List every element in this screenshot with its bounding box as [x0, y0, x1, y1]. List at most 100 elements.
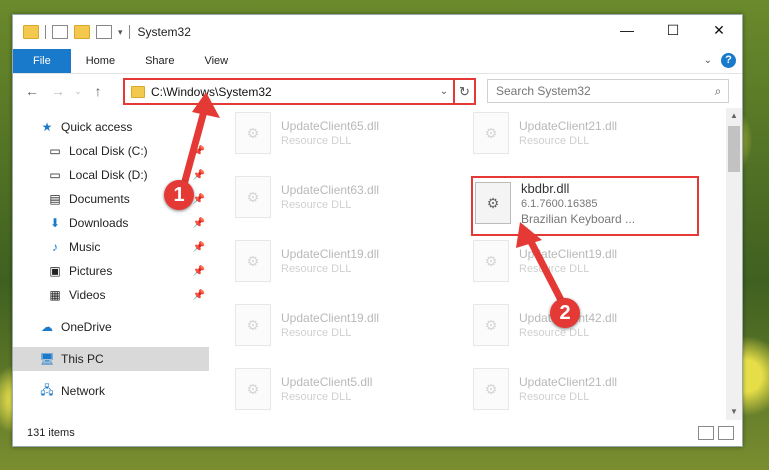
nav-item-onedrive[interactable]: ☁ OneDrive	[13, 315, 209, 339]
dll-file-icon: ⚙	[473, 112, 509, 154]
pin-icon[interactable]: 📌	[193, 170, 205, 181]
ribbon-tabs: File Home Share View ⌄ ?	[13, 49, 742, 74]
folder-icon	[131, 85, 145, 98]
help-icon[interactable]: ?	[721, 53, 736, 68]
new-folder-icon[interactable]	[74, 25, 90, 39]
nav-item-network[interactable]: 🖧 Network	[13, 379, 209, 403]
separator	[45, 25, 46, 39]
tab-view[interactable]: View	[189, 49, 243, 73]
nav-label: Local Disk (C:)	[69, 144, 148, 158]
tab-home[interactable]: Home	[71, 49, 130, 73]
file-type: Resource DLL	[519, 327, 590, 339]
dropdown-icon[interactable]: ▾	[118, 27, 123, 38]
refresh-icon[interactable]: ↻	[453, 78, 476, 105]
file-tile[interactable]: ⚙ UpdateClient63.dll Resource DLL	[235, 172, 455, 222]
dll-file-icon: ⚙	[235, 112, 271, 154]
quick-access-toolbar: ▾	[13, 25, 130, 39]
file-name: UpdateClient19.dll	[281, 247, 380, 261]
file-tile[interactable]: ⚙ UpdateClient19.dll Resource DLL	[235, 236, 455, 286]
item-count: 131 items	[27, 427, 75, 439]
pin-icon[interactable]: 📌	[193, 242, 205, 253]
file-type: Resource DLL	[281, 263, 352, 275]
nav-item-music[interactable]: ♪ Music 📌	[13, 235, 209, 259]
dll-file-icon: ⚙	[235, 240, 271, 282]
star-icon: ★	[41, 120, 53, 134]
pin-icon[interactable]: 📌	[193, 290, 205, 301]
forward-icon[interactable]: →	[45, 83, 71, 99]
pin-icon[interactable]: 📌	[193, 146, 205, 157]
cloud-icon: ☁	[41, 320, 53, 334]
pin-icon[interactable]: 📌	[193, 218, 205, 229]
scroll-down-icon[interactable]: ▼	[726, 404, 742, 420]
status-bar: 131 items	[13, 420, 742, 446]
file-type: Resource DLL	[519, 135, 590, 147]
recent-dropdown-icon[interactable]: ⌄	[71, 86, 85, 97]
navigation-pane: ★ Quick access ▭ Local Disk (C:) 📌 ▭ Loc…	[13, 108, 209, 420]
nav-item-local-disk-c[interactable]: ▭ Local Disk (C:) 📌	[13, 139, 209, 163]
nav-label: This PC	[61, 352, 104, 366]
search-box[interactable]: ⌕	[487, 79, 729, 103]
file-tile[interactable]: ⚙ UpdateClient19.dll Resource DLL	[473, 236, 693, 286]
maximize-button[interactable]: ☐	[650, 15, 696, 45]
large-icons-view-icon[interactable]	[718, 426, 734, 440]
close-button[interactable]: ✕	[696, 15, 742, 45]
nav-item-pictures[interactable]: ▣ Pictures 📌	[13, 259, 209, 283]
nav-label: Documents	[69, 192, 130, 206]
properties-icon[interactable]	[52, 25, 68, 39]
file-type: Resource DLL	[281, 391, 352, 403]
highlight-box	[471, 176, 699, 236]
content-area: ★ Quick access ▭ Local Disk (C:) 📌 ▭ Loc…	[13, 108, 742, 420]
pin-icon[interactable]: 📌	[193, 266, 205, 277]
step-1-badge: 1	[164, 180, 194, 210]
file-type: Resource DLL	[519, 391, 590, 403]
nav-label: Downloads	[69, 216, 129, 230]
file-type: Resource DLL	[281, 199, 352, 211]
file-tile[interactable]: ⚙ UpdateClient21.dll Resource DLL	[473, 364, 693, 414]
dll-file-icon: ⚙	[473, 304, 509, 346]
up-icon[interactable]: ↑	[85, 83, 111, 99]
tab-share[interactable]: Share	[130, 49, 189, 73]
nav-item-quick-access[interactable]: ★ Quick access	[13, 115, 209, 139]
separator	[128, 25, 130, 39]
file-type: Resource DLL	[519, 263, 590, 275]
nav-item-videos[interactable]: ▦ Videos 📌	[13, 283, 209, 307]
vertical-scrollbar[interactable]: ▲ ▼	[726, 108, 742, 420]
back-icon[interactable]: ←	[19, 83, 45, 99]
file-tile[interactable]: ⚙ UpdateClient19.dll Resource DLL	[235, 300, 455, 350]
pictures-icon: ▣	[49, 264, 61, 278]
dll-file-icon: ⚙	[473, 368, 509, 410]
navigation-bar: ← → ⌄ ↑ C:\Windows\System32 ⌄ ↻ ⌕	[13, 74, 742, 108]
customize-icon[interactable]	[96, 25, 112, 39]
chevron-down-icon[interactable]: ⌄	[435, 86, 453, 97]
music-icon: ♪	[52, 240, 58, 254]
scroll-thumb[interactable]	[728, 126, 740, 172]
search-input[interactable]	[488, 83, 708, 99]
folder-icon	[23, 25, 39, 39]
file-tile[interactable]: ⚙ UpdateClient5.dll Resource DLL	[235, 364, 455, 414]
file-name: UpdateClient19.dll	[519, 247, 618, 261]
nav-label: Quick access	[61, 120, 133, 134]
file-name: UpdateClient63.dll	[281, 183, 380, 197]
tab-file[interactable]: File	[13, 49, 71, 73]
address-bar[interactable]: C:\Windows\System32 ⌄	[123, 78, 455, 105]
file-tile[interactable]: ⚙ UpdateClient42.dllResource DLL	[473, 300, 693, 350]
file-type: Resource DLL	[281, 327, 352, 339]
details-view-icon[interactable]	[698, 426, 714, 440]
scroll-up-icon[interactable]: ▲	[726, 108, 742, 124]
explorer-window: ▾ System32 — ☐ ✕ File Home Share View ⌄ …	[12, 14, 743, 447]
videos-icon: ▦	[49, 288, 61, 302]
nav-label: Network	[61, 384, 106, 398]
dll-file-icon: ⚙	[235, 368, 271, 410]
search-icon[interactable]: ⌕	[708, 84, 728, 99]
documents-icon: ▤	[49, 192, 61, 206]
expand-ribbon-icon[interactable]: ⌄	[704, 55, 712, 66]
file-tile[interactable]: ⚙ UpdateClient21.dll Resource DLL	[473, 108, 693, 158]
nav-item-downloads[interactable]: ⬇ Downloads 📌	[13, 211, 209, 235]
pin-icon[interactable]: 📌	[193, 194, 205, 205]
dll-file-icon: ⚙	[473, 240, 509, 282]
dll-file-icon: ⚙	[235, 304, 271, 346]
file-tile[interactable]: ⚙ UpdateClient65.dll Resource DLL	[235, 108, 455, 158]
nav-item-this-pc[interactable]: 🖥 This PC	[13, 347, 209, 371]
step-2-badge: 2	[550, 298, 580, 328]
minimize-button[interactable]: —	[604, 15, 650, 45]
